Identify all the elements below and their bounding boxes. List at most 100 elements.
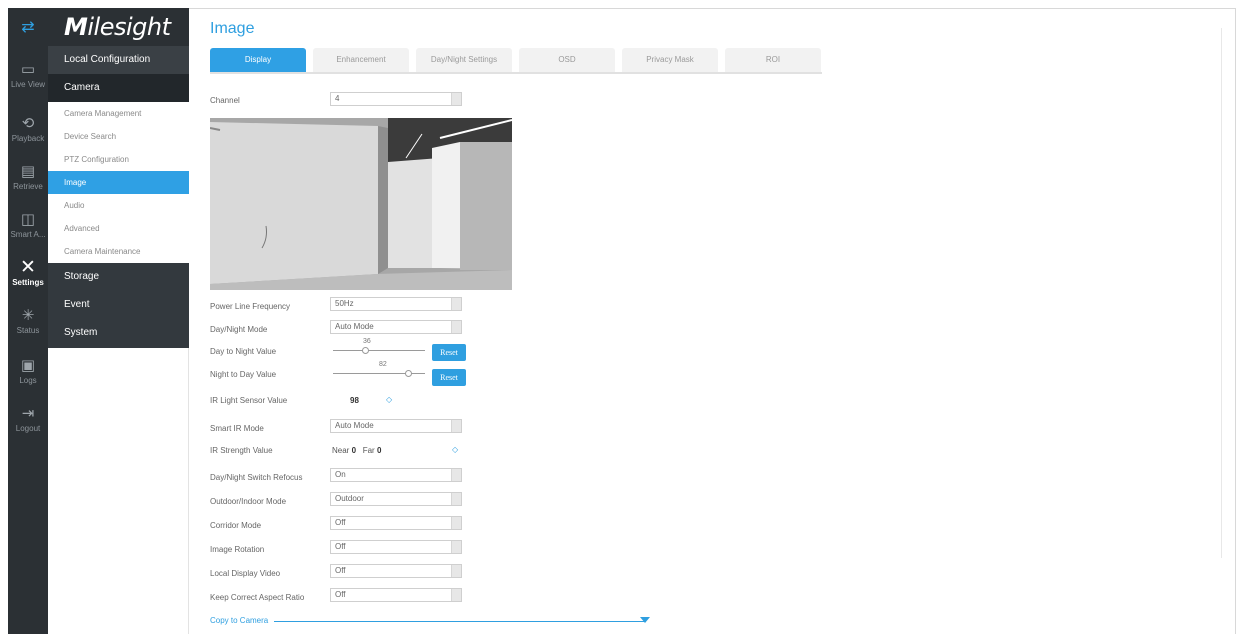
- menu-event[interactable]: Event: [48, 291, 189, 319]
- rail-logs[interactable]: ▣ Logs: [8, 352, 48, 398]
- image-rotation-select[interactable]: Off: [330, 540, 462, 554]
- logo-initial: M: [64, 13, 88, 41]
- camera-preview: [210, 118, 512, 290]
- refocus-label: Day/Night Switch Refocus: [210, 473, 303, 482]
- rail-playback[interactable]: ⟲ Playback: [8, 110, 48, 156]
- night-to-day-label: Night to Day Value: [210, 370, 277, 379]
- day-to-night-slider[interactable]: 36: [333, 338, 425, 356]
- menu-camera-maintenance[interactable]: Camera Maintenance: [48, 240, 189, 263]
- channel-label: Channel: [210, 96, 240, 105]
- channel-select[interactable]: 4: [330, 92, 462, 106]
- menu-camera[interactable]: Camera: [48, 74, 189, 102]
- rail-playback-label: Playback: [11, 134, 45, 143]
- playback-icon: ⟲: [21, 115, 35, 132]
- rail-logout-label: Logout: [15, 424, 41, 433]
- ir-light-sensor-readout: 98: [350, 396, 359, 405]
- tab-privacy-mask[interactable]: Privacy Mask: [622, 48, 718, 72]
- copy-to-camera-divider: [274, 621, 646, 622]
- local-display-video-label: Local Display Video: [210, 569, 281, 578]
- menu-camera-management[interactable]: Camera Management: [48, 102, 189, 125]
- aspect-ratio-label: Keep Correct Aspect Ratio: [210, 593, 305, 602]
- rail-smart-analysis[interactable]: ◫ Smart A...: [8, 206, 48, 252]
- chevron-down-icon: [451, 565, 461, 577]
- refocus-select[interactable]: On: [330, 468, 462, 482]
- chevron-down-icon: [451, 517, 461, 529]
- menu-image[interactable]: Image: [48, 171, 189, 194]
- chevron-down-icon: [451, 589, 461, 601]
- night-to-day-reset-button[interactable]: Reset: [432, 369, 466, 386]
- corridor-mode-select[interactable]: Off: [330, 516, 462, 530]
- local-display-video-select[interactable]: Off: [330, 564, 462, 578]
- smart-ir-mode-label: Smart IR Mode: [210, 424, 264, 433]
- day-to-night-track: [333, 350, 425, 351]
- main-content: Image Display Enhancement Day/Night Sett…: [190, 8, 1230, 634]
- rail-settings-label: Settings: [12, 278, 44, 287]
- tab-display[interactable]: Display: [210, 48, 306, 72]
- image-rotation-label: Image Rotation: [210, 545, 265, 554]
- tab-day-night-settings[interactable]: Day/Night Settings: [416, 48, 512, 72]
- night-to-day-value: 82: [379, 361, 387, 368]
- power-line-frequency-value: 50Hz: [335, 299, 354, 308]
- night-to-day-handle[interactable]: [405, 370, 412, 377]
- ir-light-sensor-value: 98: [350, 396, 359, 405]
- night-to-day-slider[interactable]: 82: [333, 361, 425, 379]
- rail-logout[interactable]: ⇥ Logout: [8, 400, 48, 446]
- rail-status-label: Status: [16, 326, 40, 335]
- day-to-night-handle[interactable]: [362, 347, 369, 354]
- menu-toggle-icon[interactable]: ⇄: [8, 8, 48, 48]
- local-display-video-value: Off: [335, 566, 346, 575]
- power-line-frequency-select[interactable]: 50Hz: [330, 297, 462, 311]
- power-line-frequency-label: Power Line Frequency: [210, 302, 291, 311]
- channel-value: 4: [335, 94, 340, 103]
- outdoor-indoor-label: Outdoor/Indoor Mode: [210, 497, 287, 506]
- aspect-ratio-value: Off: [335, 590, 346, 599]
- copy-to-camera[interactable]: Copy to Camera: [210, 616, 650, 628]
- image-rotation-value: Off: [335, 542, 346, 551]
- expand-triangle-icon[interactable]: [640, 617, 650, 623]
- menu-local-configuration[interactable]: Local Configuration: [48, 46, 189, 74]
- rail-retrieve[interactable]: ▤ Retrieve: [8, 158, 48, 204]
- tab-roi[interactable]: ROI: [725, 48, 821, 72]
- smart-ir-mode-value: Auto Mode: [335, 421, 374, 430]
- outdoor-indoor-value: Outdoor: [335, 494, 364, 503]
- rail-status[interactable]: ✳ Status: [8, 302, 48, 348]
- page-title: Image: [210, 20, 255, 37]
- rail-retrieve-label: Retrieve: [13, 182, 43, 191]
- menu-device-search[interactable]: Device Search: [48, 125, 189, 148]
- menu-system[interactable]: System: [48, 319, 189, 348]
- chevron-down-icon: [451, 420, 461, 432]
- aspect-ratio-select[interactable]: Off: [330, 588, 462, 602]
- corridor-mode-value: Off: [335, 518, 346, 527]
- tab-enhancement[interactable]: Enhancement: [313, 48, 409, 72]
- menu-advanced[interactable]: Advanced: [48, 217, 189, 240]
- outdoor-indoor-select[interactable]: Outdoor: [330, 492, 462, 506]
- menu-ptz-configuration[interactable]: PTZ Configuration: [48, 148, 189, 171]
- refresh-icon[interactable]: ◇: [452, 445, 458, 454]
- ir-near-label: Near: [332, 446, 350, 455]
- menu-storage[interactable]: Storage: [48, 263, 189, 291]
- rail-live-view[interactable]: ▭ Live View: [8, 56, 48, 102]
- refresh-icon[interactable]: ◇: [386, 395, 392, 404]
- live-view-icon: ▭: [20, 61, 36, 78]
- day-night-mode-select[interactable]: Auto Mode: [330, 320, 462, 334]
- day-to-night-reset-button[interactable]: Reset: [432, 344, 466, 361]
- chevron-down-icon: [451, 298, 461, 310]
- day-night-mode-label: Day/Night Mode: [210, 325, 268, 334]
- smart-ir-mode-select[interactable]: Auto Mode: [330, 419, 462, 433]
- corridor-mode-label: Corridor Mode: [210, 521, 262, 530]
- settings-icon: ✕: [20, 257, 36, 278]
- ir-near-value: 0: [351, 446, 357, 455]
- chevron-down-icon: [451, 469, 461, 481]
- rail-settings[interactable]: ✕ Settings: [8, 254, 48, 300]
- chevron-down-icon: [451, 541, 461, 553]
- ir-far-value: 0: [376, 446, 382, 455]
- refocus-value: On: [335, 470, 346, 479]
- ir-strength-readout: Near 0 Far 0: [332, 446, 381, 455]
- ir-light-sensor-label: IR Light Sensor Value: [210, 396, 288, 405]
- tab-osd[interactable]: OSD: [519, 48, 615, 72]
- ir-far-label: Far: [362, 446, 375, 455]
- camera-preview-image: [210, 118, 512, 290]
- chevron-down-icon: [451, 321, 461, 333]
- menu-audio[interactable]: Audio: [48, 194, 189, 217]
- day-to-night-value: 36: [363, 338, 371, 345]
